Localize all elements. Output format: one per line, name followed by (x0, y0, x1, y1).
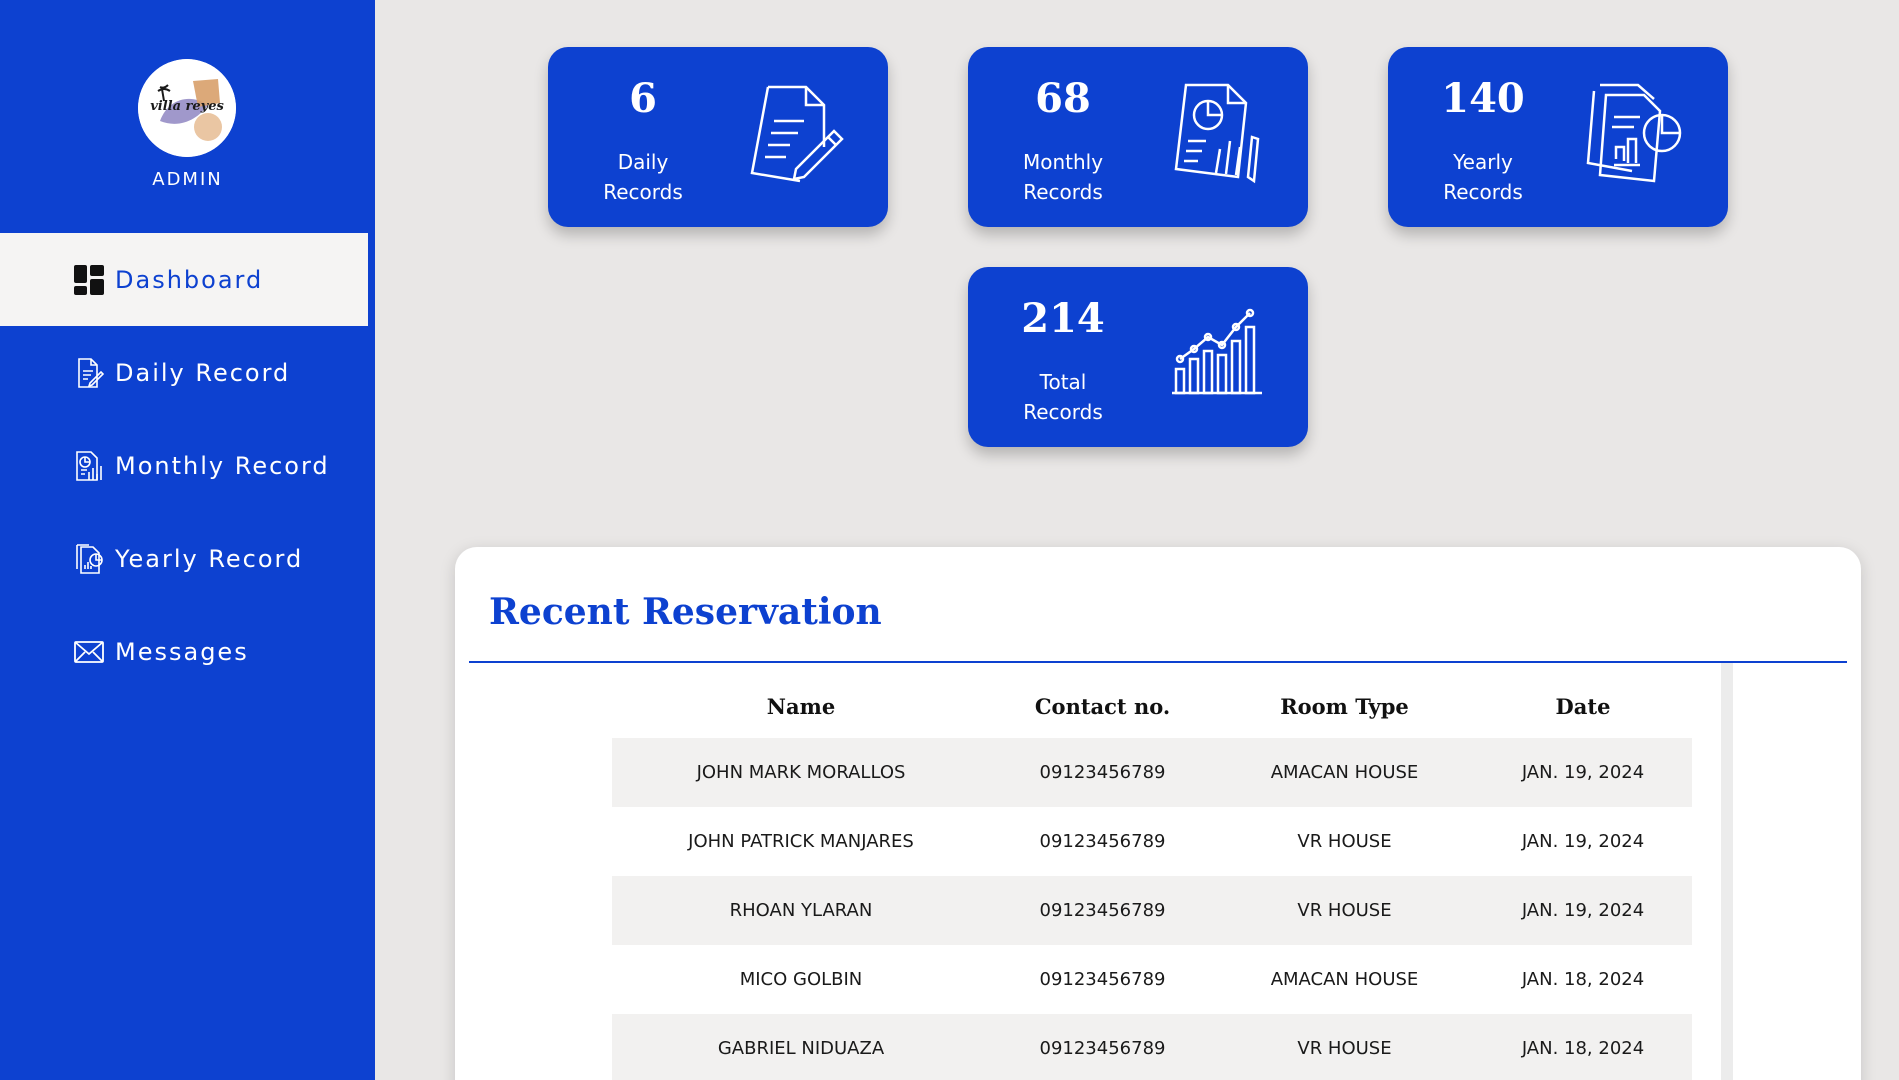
sidebar: villa reyes ADMIN Dashboard Daily Record… (0, 0, 375, 1080)
sidebar-item-label: Messages (115, 637, 249, 666)
cell-room-type: AMACAN HOUSE (1270, 762, 1419, 783)
reservation-table: Name Contact no. Room Type Date JOHN MAR… (612, 674, 1692, 1080)
cell-date: JAN. 19, 2024 (1521, 762, 1645, 783)
admin-avatar[interactable]: villa reyes (138, 59, 236, 157)
bar-line-chart-icon (1158, 297, 1276, 415)
stat-count: 6 (629, 75, 657, 122)
documents-pie-icon (1578, 77, 1696, 195)
table-header: Name Contact no. Room Type Date (612, 674, 1692, 738)
stat-count: 214 (1021, 295, 1105, 342)
cell-contact: 09123456789 (1039, 1038, 1166, 1059)
column-header-date[interactable]: Date (1474, 694, 1692, 719)
cell-room-type: AMACAN HOUSE (1270, 969, 1419, 990)
cell-contact: 09123456789 (1039, 762, 1166, 783)
stat-label: Monthly Records (1022, 150, 1104, 204)
column-header-room-type[interactable]: Room Type (1215, 694, 1474, 719)
cell-room-type: VR HOUSE (1297, 1038, 1392, 1059)
recent-reservation-panel: Recent Reservation Name Contact no. Room… (455, 547, 1861, 1080)
sidebar-item-messages[interactable]: Messages (0, 605, 368, 698)
column-header-contact[interactable]: Contact no. (990, 694, 1215, 719)
report-chart-icon (1158, 77, 1276, 195)
table-row[interactable]: GABRIEL NIDUAZA 09123456789 VR HOUSE JAN… (612, 1014, 1692, 1080)
cell-name: GABRIEL NIDUAZA (717, 1038, 885, 1059)
sidebar-item-yearly-record[interactable]: Yearly Record (0, 512, 368, 605)
stat-card-total[interactable]: 214 Total Records (968, 267, 1308, 447)
document-edit-icon (738, 77, 856, 195)
cell-contact: 09123456789 (1039, 969, 1166, 990)
cell-name: JOHN PATRICK MANJARES (688, 831, 914, 852)
cell-contact: 09123456789 (1039, 900, 1166, 921)
role-label: ADMIN (152, 169, 223, 190)
table-row[interactable]: JOHN MARK MORALLOS 09123456789 AMACAN HO… (612, 738, 1692, 807)
stat-card-yearly[interactable]: 140 Yearly Records (1388, 47, 1728, 227)
stat-label: Yearly Records (1443, 150, 1523, 204)
cell-name: MICO GOLBIN (739, 969, 863, 990)
stat-label: Total Records (1023, 370, 1103, 424)
documents-pie-icon (73, 543, 105, 575)
sidebar-item-daily-record[interactable]: Daily Record (0, 326, 368, 419)
cell-room-type: VR HOUSE (1297, 900, 1392, 921)
villa-reyes-logo: villa reyes (138, 59, 236, 157)
cell-name: RHOAN YLARAN (729, 900, 873, 921)
cell-date: JAN. 19, 2024 (1521, 831, 1645, 852)
sidebar-item-label: Monthly Record (115, 451, 330, 480)
stat-count: 68 (1035, 75, 1091, 122)
stat-card-monthly[interactable]: 68 Monthly Records (968, 47, 1308, 227)
cell-name: JOHN MARK MORALLOS (696, 762, 906, 783)
stat-label: Daily Records (603, 150, 683, 204)
sidebar-item-monthly-record[interactable]: Monthly Record (0, 419, 368, 512)
column-header-name[interactable]: Name (612, 694, 990, 719)
table-row[interactable]: RHOAN YLARAN 09123456789 VR HOUSE JAN. 1… (612, 876, 1692, 945)
panel-title: Recent Reservation (489, 591, 882, 633)
dashboard-grid-icon (73, 264, 105, 296)
envelope-icon (73, 636, 105, 668)
cell-date: JAN. 18, 2024 (1521, 1038, 1645, 1059)
sidebar-item-label: Daily Record (115, 358, 291, 387)
document-edit-icon (73, 357, 105, 389)
cell-date: JAN. 18, 2024 (1521, 969, 1645, 990)
sidebar-item-dashboard[interactable]: Dashboard (0, 233, 368, 326)
cell-date: JAN. 19, 2024 (1521, 900, 1645, 921)
cell-contact: 09123456789 (1039, 831, 1166, 852)
cell-room-type: VR HOUSE (1297, 831, 1392, 852)
stat-card-daily[interactable]: 6 Daily Records (548, 47, 888, 227)
table-scrollbar[interactable] (1721, 663, 1733, 1080)
stat-count: 140 (1441, 75, 1525, 122)
table-row[interactable]: MICO GOLBIN 09123456789 AMACAN HOUSE JAN… (612, 945, 1692, 1014)
sidebar-item-label: Dashboard (115, 265, 264, 294)
title-divider (469, 661, 1847, 663)
sidebar-item-label: Yearly Record (115, 544, 304, 573)
report-chart-icon (73, 450, 105, 482)
logo-wordmark: villa reyes (150, 99, 224, 114)
table-row[interactable]: JOHN PATRICK MANJARES 09123456789 VR HOU… (612, 807, 1692, 876)
